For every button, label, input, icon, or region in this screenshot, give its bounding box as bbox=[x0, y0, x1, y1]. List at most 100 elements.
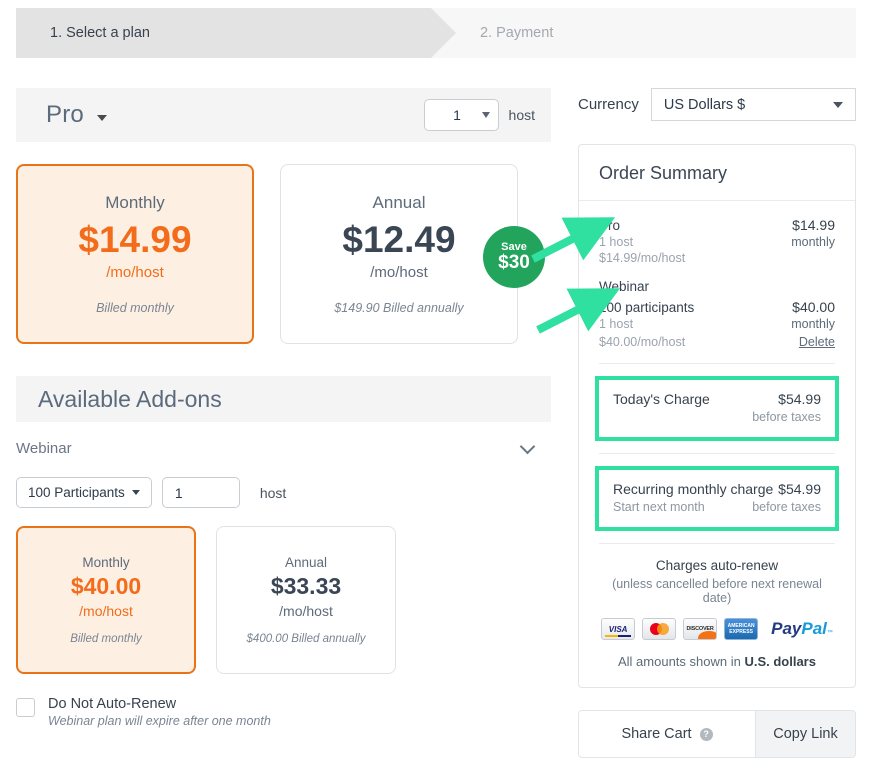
share-cart-label: Share Cart bbox=[621, 726, 692, 742]
recurring-charge-sub: Start next month bbox=[613, 500, 705, 514]
addon-card-monthly-amount: $40.00 bbox=[70, 573, 142, 599]
order-item-webinar-participants: 100 participants bbox=[599, 300, 695, 315]
addon-card-annual-amount: $33.33 bbox=[270, 573, 342, 599]
order-summary-body: Pro $14.99 1 host monthly $14.99/mo/host… bbox=[579, 201, 855, 687]
save-badge-line1: Save bbox=[501, 240, 527, 253]
addon-host-quantity-value: 1 bbox=[174, 484, 183, 501]
todays-charge-amount: $54.99 bbox=[778, 391, 821, 407]
plan-card-annual-amount: $12.49 bbox=[342, 219, 456, 261]
auto-renew-notice-line1: Charges auto-renew bbox=[655, 558, 779, 573]
order-column: Currency US Dollars $ Order Summary Pro … bbox=[578, 88, 856, 758]
addon-controls: 100 Participants 1 host bbox=[16, 477, 551, 508]
auto-renew-notice: Charges auto-renew (unless cancelled bef… bbox=[599, 544, 835, 605]
recurring-charge-amount: $54.99 bbox=[778, 481, 821, 497]
do-not-auto-renew-row: Do Not Auto-Renew Webinar plan will expi… bbox=[16, 696, 551, 728]
currency-row: Currency US Dollars $ bbox=[578, 88, 856, 121]
addon-card-annual-billed: $400.00 Billed annually bbox=[246, 633, 366, 645]
plan-card-monthly-billed: Billed monthly bbox=[96, 300, 174, 315]
addon-host-quantity-input[interactable]: 1 bbox=[161, 477, 240, 508]
order-item-pro-period: monthly bbox=[791, 235, 835, 249]
order-item-webinar-hosts: 1 host bbox=[599, 317, 634, 331]
addon-card-annual[interactable]: Annual $33.33 /mo/host $400.00 Billed an… bbox=[216, 526, 396, 674]
currency-select[interactable]: US Dollars $ bbox=[650, 88, 856, 121]
todays-charge-box: Today's Charge $54.99 before taxes bbox=[595, 376, 839, 441]
addon-participants-select[interactable]: 100 Participants bbox=[16, 477, 152, 508]
recurring-charge-box: Recurring monthly charge $54.99 Start ne… bbox=[595, 466, 839, 531]
order-item-webinar-rate: $40.00/mo/host bbox=[599, 335, 686, 349]
order-summary-panel: Order Summary Pro $14.99 1 host monthly … bbox=[578, 144, 856, 688]
save-badge: Save $30 bbox=[483, 226, 545, 288]
mastercard-icon bbox=[642, 618, 677, 640]
plan-card-monthly-amount: $14.99 bbox=[78, 219, 192, 261]
paypal-icon: Pay Pal ™ bbox=[771, 619, 833, 638]
visa-icon: VISA bbox=[601, 618, 636, 640]
addon-card-monthly[interactable]: Monthly $40.00 /mo/host Billed monthly bbox=[16, 526, 196, 674]
addon-card-monthly-per: /mo/host bbox=[79, 603, 133, 619]
step-payment[interactable]: 2. Payment bbox=[431, 8, 856, 58]
plan-card-annual-billed: $149.90 Billed annually bbox=[334, 300, 464, 315]
amounts-note-prefix: All amounts shown in bbox=[618, 654, 745, 669]
copy-link-button[interactable]: Copy Link bbox=[755, 711, 855, 757]
addon-host-unit-label: host bbox=[259, 484, 287, 501]
checkout-step-bar: 1. Select a plan 2. Payment bbox=[16, 8, 856, 58]
addon-webinar-label: Webinar bbox=[16, 440, 72, 457]
available-addons-header: Available Add-ons bbox=[16, 376, 551, 422]
recurring-charge-wrapper: Recurring monthly charge $54.99 Start ne… bbox=[595, 466, 839, 531]
plan-name-label: Pro bbox=[46, 101, 84, 128]
plan-name-dropdown[interactable]: Pro bbox=[46, 101, 108, 129]
share-cart-row: Share Cart ? Copy Link bbox=[578, 710, 856, 758]
do-not-auto-renew-title: Do Not Auto-Renew bbox=[48, 696, 177, 712]
order-item-pro-name: Pro bbox=[599, 218, 621, 233]
step-select-a-plan[interactable]: 1. Select a plan bbox=[16, 8, 456, 58]
plan-host-quantity-value: 1 bbox=[453, 107, 461, 123]
recurring-charge-label: Recurring monthly charge bbox=[613, 481, 774, 497]
save-badge-line2: $30 bbox=[498, 251, 530, 273]
addon-webinar-row[interactable]: Webinar bbox=[16, 438, 551, 457]
plan-card-monthly-term: Monthly bbox=[105, 193, 165, 213]
plan-header-bar: Pro 1 host bbox=[16, 88, 551, 142]
currency-value: US Dollars $ bbox=[663, 96, 746, 113]
order-item-webinar-delete-link[interactable]: Delete bbox=[799, 335, 835, 349]
order-summary-title: Order Summary bbox=[579, 145, 855, 201]
plan-host-quantity-select[interactable]: 1 bbox=[423, 99, 499, 131]
order-item-webinar-price: $40.00 bbox=[792, 299, 835, 315]
do-not-auto-renew-checkbox[interactable] bbox=[16, 698, 35, 717]
step-2-label: 2. Payment bbox=[480, 25, 554, 41]
addon-card-annual-term: Annual bbox=[284, 555, 328, 570]
share-cart-button[interactable]: Share Cart ? bbox=[579, 711, 755, 757]
order-item-pro-rate: $14.99/mo/host bbox=[599, 251, 686, 265]
copy-link-label: Copy Link bbox=[773, 726, 838, 742]
todays-charge-label: Today's Charge bbox=[613, 391, 710, 407]
plan-billing-cards: Monthly $14.99 /mo/host Billed monthly A… bbox=[16, 164, 551, 344]
addon-card-monthly-term: Monthly bbox=[82, 555, 130, 570]
chevron-down-icon bbox=[481, 112, 490, 118]
do-not-auto-renew-subtitle: Webinar plan will expire after one month bbox=[48, 714, 271, 728]
auto-renew-notice-line2: (unless cancelled before next renewal da… bbox=[612, 577, 822, 605]
addon-card-monthly-billed: Billed monthly bbox=[70, 633, 142, 645]
step-1-label: 1. Select a plan bbox=[50, 25, 150, 41]
plan-card-monthly-per: /mo/host bbox=[106, 263, 164, 281]
amounts-currency-note: All amounts shown in U.S. dollars bbox=[599, 640, 835, 687]
addon-billing-cards: Monthly $40.00 /mo/host Billed monthly A… bbox=[16, 526, 551, 674]
addon-card-annual-per: /mo/host bbox=[279, 603, 333, 619]
amex-icon: AMERICAN EXPRESS bbox=[724, 618, 759, 640]
addon-participants-value: 100 Participants bbox=[28, 485, 125, 500]
todays-charge-wrapper: Today's Charge $54.99 before taxes bbox=[595, 376, 839, 441]
divider bbox=[599, 453, 835, 454]
chevron-down-icon[interactable] bbox=[519, 438, 536, 454]
plan-selection-column: Pro 1 host Monthly $14.99 /mo/host Bille… bbox=[16, 88, 551, 728]
order-item-pro-price: $14.99 bbox=[792, 217, 835, 233]
plan-card-monthly[interactable]: Monthly $14.99 /mo/host Billed monthly bbox=[16, 164, 254, 344]
order-item-pro: Pro $14.99 1 host monthly $14.99/mo/host bbox=[599, 217, 835, 265]
amounts-note-currency: U.S. dollars bbox=[744, 654, 816, 669]
order-item-webinar: Webinar 100 participants $40.00 1 host m… bbox=[599, 279, 835, 349]
recurring-charge-tax-note: before taxes bbox=[752, 500, 821, 514]
divider bbox=[599, 363, 835, 364]
order-item-pro-hosts: 1 host bbox=[599, 235, 634, 249]
todays-charge-tax-note: before taxes bbox=[752, 410, 821, 424]
currency-label: Currency bbox=[578, 96, 639, 113]
help-icon[interactable]: ? bbox=[699, 727, 713, 741]
order-item-webinar-name: Webinar bbox=[599, 279, 650, 294]
plan-card-annual-term: Annual bbox=[372, 193, 426, 213]
chevron-down-icon bbox=[833, 101, 843, 108]
